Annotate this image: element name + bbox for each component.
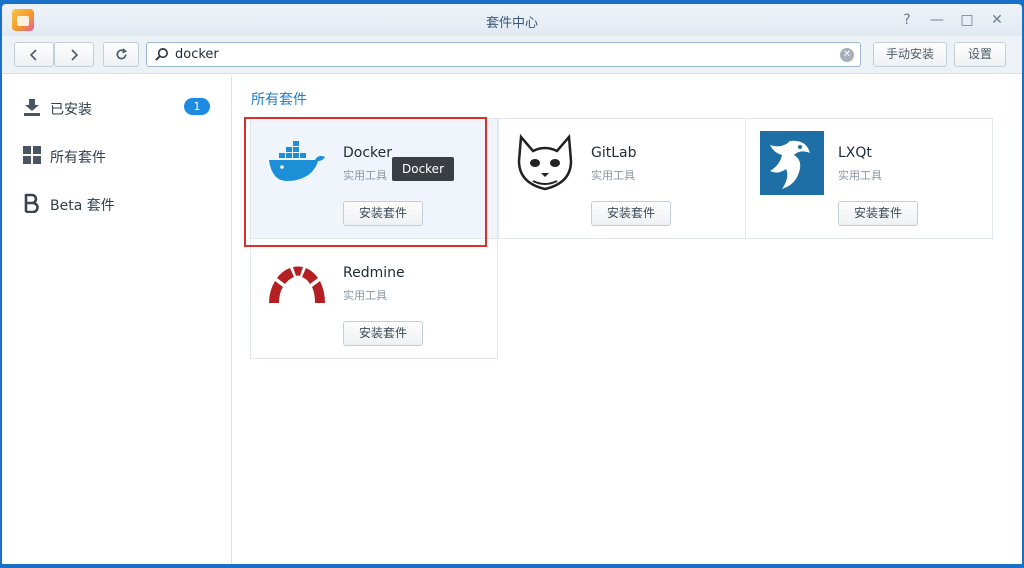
sidebar-item-label: Beta 套件 xyxy=(50,198,115,214)
download-icon xyxy=(24,99,40,116)
sidebar-item-beta[interactable]: Beta 套件 xyxy=(2,185,232,221)
close-icon[interactable]: ✕ xyxy=(988,11,1006,29)
search-value: docker xyxy=(175,47,219,62)
refresh-button[interactable] xyxy=(103,42,139,67)
title-bar: 套件中心 ? — □ ✕ xyxy=(2,4,1022,36)
tooltip: Docker xyxy=(392,157,454,181)
help-icon[interactable]: ? xyxy=(898,11,916,29)
window-title: 套件中心 xyxy=(485,16,538,31)
manual-install-button[interactable]: 手动安装 xyxy=(873,42,947,67)
install-package-button[interactable]: 安装套件 xyxy=(343,321,423,346)
docker-logo-icon xyxy=(269,141,325,181)
lxqt-logo-icon xyxy=(760,131,824,195)
refresh-icon xyxy=(116,48,127,60)
redmine-logo-icon xyxy=(269,266,325,303)
search-icon xyxy=(155,48,168,61)
chevron-right-icon xyxy=(71,49,79,61)
toolbar: docker ✕ 手动安装 设置 xyxy=(2,36,1022,74)
sidebar: 已安装 1 所有套件 Beta 套件 xyxy=(2,75,232,564)
sidebar-item-all-packages[interactable]: 所有套件 xyxy=(2,137,232,173)
minimize-icon[interactable]: — xyxy=(928,11,946,29)
back-button[interactable] xyxy=(14,42,54,67)
sidebar-item-label: 已安装 xyxy=(50,102,92,118)
installed-count-badge: 1 xyxy=(184,98,210,115)
chevron-left-icon xyxy=(29,49,37,61)
gitlab-logo-icon xyxy=(517,133,573,191)
beta-icon xyxy=(24,193,39,213)
package-card-redmine[interactable]: Redmine 实用工具 安装套件 xyxy=(250,238,498,359)
package-name: Docker xyxy=(343,145,393,161)
maximize-icon[interactable]: □ xyxy=(958,11,976,29)
package-name: LXQt xyxy=(838,145,872,161)
package-category: 实用工具 xyxy=(838,169,882,182)
install-package-button[interactable]: 安装套件 xyxy=(591,201,671,226)
package-category: 实用工具 xyxy=(591,169,635,182)
package-card-docker[interactable]: Docker 实用工具 安装套件 xyxy=(250,118,498,239)
package-card-gitlab[interactable]: GitLab 实用工具 安装套件 xyxy=(498,118,746,239)
section-title: 所有套件 xyxy=(251,92,307,108)
install-package-button[interactable]: 安装套件 xyxy=(838,201,918,226)
forward-button[interactable] xyxy=(54,42,94,67)
sidebar-item-installed[interactable]: 已安装 1 xyxy=(2,89,232,125)
grid-icon xyxy=(23,146,41,164)
main-content: 所有套件 Docker 实用工具 安装套件 GitLab 实用工具 安装套件 L… xyxy=(233,75,1022,564)
package-name: GitLab xyxy=(591,145,637,161)
search-input[interactable]: docker ✕ xyxy=(146,42,861,67)
settings-button[interactable]: 设置 xyxy=(954,42,1006,67)
package-category: 实用工具 xyxy=(343,289,387,302)
install-package-button[interactable]: 安装套件 xyxy=(343,201,423,226)
package-card-lxqt[interactable]: LXQt 实用工具 安装套件 xyxy=(745,118,993,239)
package-category: 实用工具 xyxy=(343,169,387,182)
package-name: Redmine xyxy=(343,265,405,281)
sidebar-item-label: 所有套件 xyxy=(50,150,106,166)
package-center-window: 套件中心 ? — □ ✕ docker ✕ 手动安装 设置 已安装 1 所有套件… xyxy=(2,4,1022,564)
clear-search-icon[interactable]: ✕ xyxy=(840,48,854,62)
